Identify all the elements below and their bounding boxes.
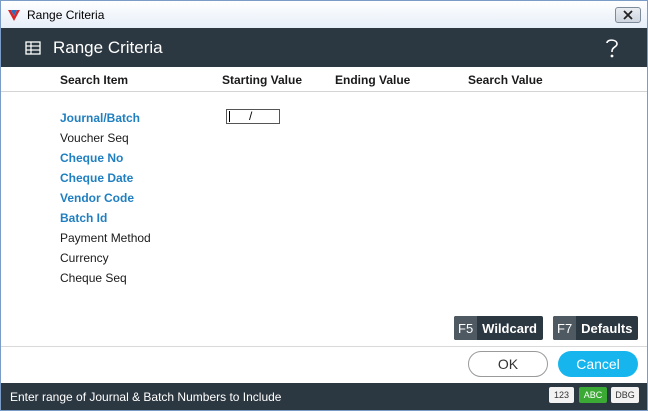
alpha-mode-badge[interactable]: ABC (579, 387, 607, 403)
column-header-ending-value: Ending Value (335, 73, 411, 87)
footer-divider (1, 346, 647, 347)
dialog-title: Range Criteria (53, 37, 163, 57)
column-header-search-item: Search Item (60, 73, 129, 87)
search-item-voucher-seq[interactable]: Voucher Seq (60, 131, 129, 145)
wildcard-key: F5 (454, 316, 478, 340)
debug-badge[interactable]: DBG (611, 387, 639, 403)
journal-batch-value: / (249, 109, 253, 123)
defaults-key: F7 (553, 316, 577, 340)
search-item-cheque-date[interactable]: Cheque Date (60, 171, 133, 185)
search-item-payment-method[interactable]: Payment Method (60, 231, 151, 245)
search-item-batch-id[interactable]: Batch Id (60, 211, 107, 225)
status-message: Enter range of Journal & Batch Numbers t… (10, 389, 282, 404)
search-item-currency[interactable]: Currency (60, 251, 109, 265)
wildcard-label: Wildcard (482, 320, 537, 336)
close-icon (623, 10, 633, 20)
column-header-starting-value: Starting Value (222, 73, 303, 87)
defaults-label: Defaults (581, 320, 633, 336)
header-divider (1, 91, 647, 92)
close-button[interactable] (615, 7, 641, 23)
defaults-button[interactable]: F7 Defaults (553, 316, 638, 340)
window-title: Range Criteria (27, 7, 105, 22)
dialog-header: Range Criteria (1, 28, 647, 67)
title-bar: Range Criteria (1, 1, 647, 28)
cancel-button[interactable]: Cancel (558, 351, 638, 377)
wildcard-button[interactable]: F5 Wildcard (454, 316, 543, 340)
app-logo-icon (7, 8, 21, 22)
range-criteria-window: Range Criteria Range Criteria Search Ite… (0, 0, 648, 411)
column-header-search-value: Search Value (468, 73, 543, 87)
search-item-journal-batch[interactable]: Journal/Batch (60, 111, 140, 125)
text-caret (229, 111, 230, 122)
numeric-mode-badge[interactable]: 123 (549, 387, 574, 403)
help-icon[interactable] (603, 37, 621, 59)
search-item-cheque-no[interactable]: Cheque No (60, 151, 123, 165)
ok-button[interactable]: OK (468, 351, 548, 377)
table-grid-icon (25, 40, 41, 55)
search-item-cheque-seq[interactable]: Cheque Seq (60, 271, 127, 285)
search-item-vendor-code[interactable]: Vendor Code (60, 191, 134, 205)
journal-batch-starting-input[interactable]: / (226, 109, 280, 124)
